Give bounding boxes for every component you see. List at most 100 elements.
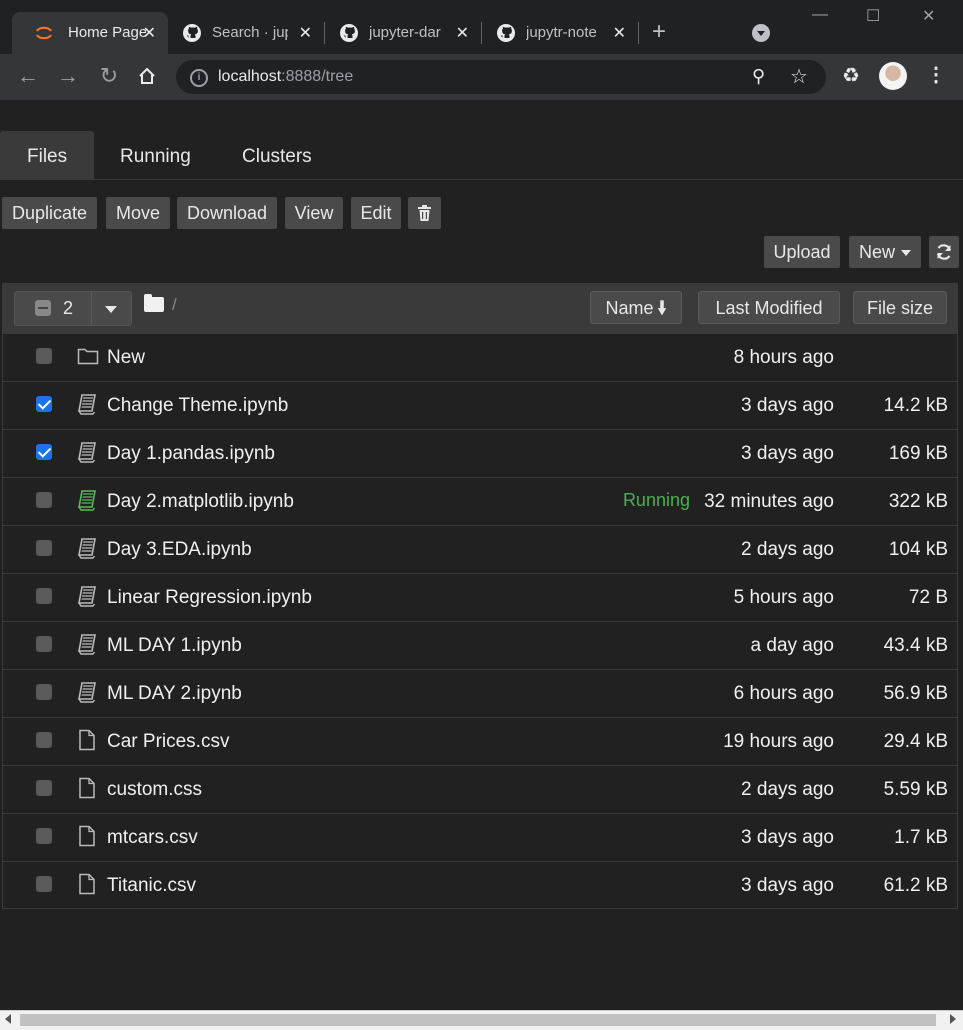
browser-tab-jupyter-dark[interactable]: jupyter-dar ✕	[325, 12, 481, 54]
file-row[interactable]: Day 3.EDA.ipynb 2 days ago 104 kB	[2, 525, 958, 573]
file-name-link[interactable]: Change Theme.ipynb	[107, 395, 288, 417]
breadcrumb[interactable]: /	[172, 295, 177, 315]
row-checkbox[interactable]	[36, 636, 52, 652]
row-checkbox[interactable]	[36, 348, 52, 364]
row-checkbox[interactable]	[36, 492, 52, 508]
sort-modified-button[interactable]: Last Modified	[698, 291, 840, 324]
file-name-link[interactable]: custom.css	[107, 779, 202, 801]
file-name-link[interactable]: ML DAY 1.ipynb	[107, 635, 242, 657]
scroll-left-icon[interactable]	[5, 1014, 11, 1024]
site-info-icon[interactable]: i	[190, 69, 208, 87]
last-modified: a day ago	[750, 635, 834, 656]
file-row[interactable]: New 8 hours ago	[2, 333, 958, 381]
close-icon[interactable]: ✕	[456, 23, 469, 43]
refresh-button[interactable]	[929, 236, 959, 268]
file-row[interactable]: mtcars.csv 3 days ago 1.7 kB	[2, 813, 958, 861]
row-checkbox[interactable]	[36, 876, 52, 892]
maximize-button[interactable]: ☐	[866, 6, 880, 26]
folder-icon[interactable]	[144, 294, 164, 312]
sort-size-button[interactable]: File size	[853, 291, 947, 324]
file-name-link[interactable]: Car Prices.csv	[107, 731, 229, 753]
upload-button[interactable]: Upload	[764, 236, 840, 268]
tab-search-icon[interactable]	[752, 24, 770, 42]
last-modified: 2 days ago	[741, 779, 834, 800]
tab-running[interactable]: Running	[93, 131, 218, 179]
row-checkbox[interactable]	[36, 684, 52, 700]
move-button[interactable]: Move	[106, 197, 170, 229]
minimize-button[interactable]: —	[812, 6, 828, 24]
file-row[interactable]: Car Prices.csv 19 hours ago 29.4 kB	[2, 717, 958, 765]
url-path: :8888/tree	[281, 68, 354, 85]
row-checkbox[interactable]	[36, 780, 52, 796]
last-modified: 3 days ago	[741, 827, 834, 848]
scroll-right-icon[interactable]	[950, 1014, 956, 1024]
row-checkbox[interactable]	[36, 828, 52, 844]
delete-button[interactable]	[408, 197, 441, 229]
window-close-button[interactable]: ✕	[922, 6, 935, 26]
tab-separator	[638, 22, 639, 44]
file-row[interactable]: Day 1.pandas.ipynb 3 days ago 169 kB	[2, 429, 958, 477]
file-name-link[interactable]: ML DAY 2.ipynb	[107, 683, 242, 705]
file-name-link[interactable]: Linear Regression.ipynb	[107, 587, 312, 609]
row-checkbox[interactable]	[36, 396, 52, 412]
avatar[interactable]	[879, 62, 907, 90]
file-row[interactable]: Day 2.matplotlib.ipynb Running 32 minutes …	[2, 477, 958, 525]
file-row[interactable]: ML DAY 2.ipynb 6 hours ago 56.9 kB	[2, 669, 958, 717]
select-all-checkbox[interactable]	[35, 300, 51, 316]
reload-icon[interactable]: ↻	[97, 64, 121, 88]
file-name-link[interactable]: Day 2.matplotlib.ipynb	[107, 491, 294, 513]
browser-tab-home[interactable]: Home Page ✕	[12, 12, 168, 54]
row-checkbox[interactable]	[36, 540, 52, 556]
close-icon[interactable]: ✕	[613, 23, 626, 43]
page-tabs: Files Running Clusters	[0, 131, 963, 180]
file-size: 43.4 kB	[883, 635, 948, 656]
new-dropdown-button[interactable]: New	[849, 236, 921, 268]
browser-menu-icon[interactable]: ⋮	[926, 62, 946, 87]
file-row[interactable]: custom.css 2 days ago 5.59 kB	[2, 765, 958, 813]
duplicate-button[interactable]: Duplicate	[2, 197, 97, 229]
download-button[interactable]: Download	[177, 197, 277, 229]
row-checkbox[interactable]	[36, 444, 52, 460]
tab-clusters[interactable]: Clusters	[215, 131, 339, 179]
file-row[interactable]: ML DAY 1.ipynb a day ago 43.4 kB	[2, 621, 958, 669]
file-icon	[77, 729, 97, 751]
file-row[interactable]: Titanic.csv 3 days ago 61.2 kB	[2, 861, 958, 909]
close-icon[interactable]: ✕	[143, 23, 156, 43]
edit-button[interactable]: Edit	[351, 197, 401, 229]
file-name-link[interactable]: mtcars.csv	[107, 827, 198, 849]
tab-title: Search · jup	[212, 24, 288, 41]
last-modified: 32 minutes ago	[704, 491, 834, 512]
back-icon[interactable]: ←	[16, 64, 40, 88]
file-row[interactable]: Change Theme.ipynb 3 days ago 14.2 kB	[2, 381, 958, 429]
address-bar[interactable]: i localhost:8888/tree ⚲ ☆	[176, 60, 826, 94]
file-name-link[interactable]: Day 3.EDA.ipynb	[107, 539, 252, 561]
horizontal-scrollbar[interactable]	[0, 1010, 963, 1030]
home-icon[interactable]	[137, 66, 157, 86]
row-checkbox[interactable]	[36, 732, 52, 748]
last-modified: 3 days ago	[741, 443, 834, 464]
jupyter-icon	[36, 26, 52, 40]
bookmark-star-icon[interactable]: ☆	[790, 64, 808, 89]
sort-name-button[interactable]: Name 🠛	[590, 291, 682, 324]
notebook-icon	[77, 537, 97, 559]
file-size: 104 kB	[888, 539, 948, 560]
zoom-icon[interactable]: ⚲	[752, 66, 765, 87]
scrollbar-thumb[interactable]	[20, 1014, 936, 1026]
tab-files[interactable]: Files	[0, 131, 95, 179]
forward-icon[interactable]: →	[56, 64, 80, 88]
select-all-group: 2	[14, 291, 132, 326]
row-checkbox[interactable]	[36, 588, 52, 604]
view-button[interactable]: View	[285, 197, 343, 229]
close-icon[interactable]: ✕	[299, 23, 312, 43]
extensions-puzzle-icon[interactable]: ♻	[842, 63, 860, 88]
file-icon	[77, 873, 97, 895]
file-name-link[interactable]: New	[107, 347, 145, 369]
new-tab-button[interactable]: +	[652, 20, 666, 44]
file-name-link[interactable]: Day 1.pandas.ipynb	[107, 443, 275, 465]
file-name-link[interactable]: Titanic.csv	[107, 875, 196, 897]
browser-tab-jupytr-notes[interactable]: jupytr-note ✕	[482, 12, 638, 54]
last-modified: 19 hours ago	[723, 731, 834, 752]
select-menu-chevron-icon[interactable]	[105, 306, 117, 313]
browser-tab-search[interactable]: Search · jup ✕	[168, 12, 324, 54]
file-row[interactable]: Linear Regression.ipynb 5 hours ago 72 B	[2, 573, 958, 621]
